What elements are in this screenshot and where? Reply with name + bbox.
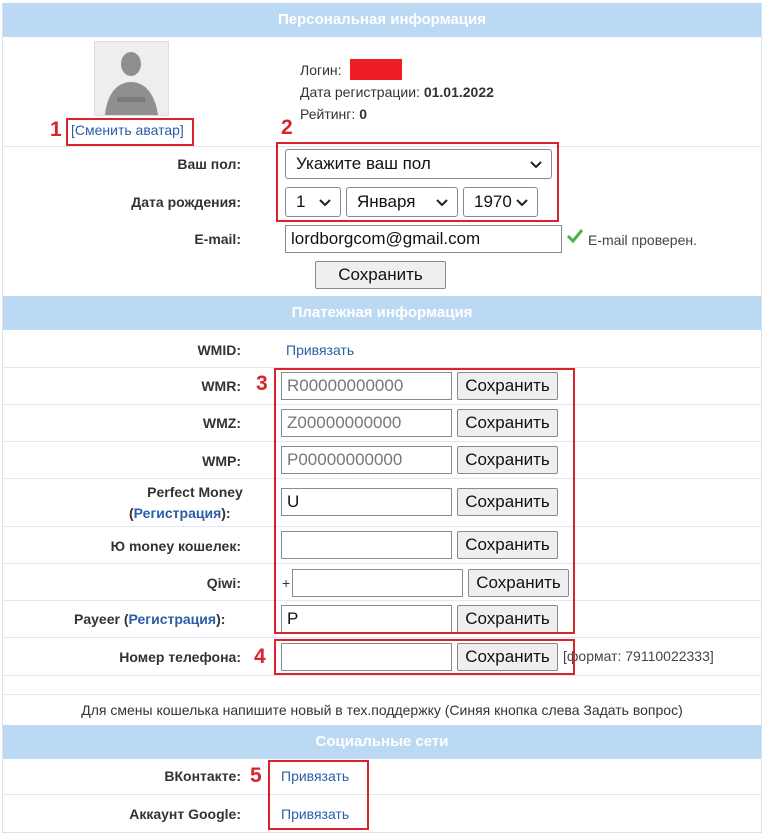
wmid-label: WMID: (197, 342, 241, 358)
wallet-change-note: Для смены кошелька напишите новый в тех.… (81, 702, 683, 718)
phone-format-hint: [формат: 79110022333] (563, 648, 714, 664)
divider (3, 441, 761, 442)
annotation-number-4: 4 (254, 645, 266, 668)
birth-day-select[interactable]: 1 (285, 187, 341, 217)
save-perfect-money-button[interactable]: Сохранить (457, 488, 558, 516)
wmr-input[interactable]: R00000000000 (281, 372, 452, 400)
birth-date-label: Дата рождения: (131, 194, 241, 210)
yoomoney-label: Ю money кошелек: (110, 538, 241, 554)
divider (3, 694, 761, 695)
save-phone-button[interactable]: Сохранить (457, 643, 558, 671)
birth-month-select[interactable]: Января (346, 187, 458, 217)
rating-row: Рейтинг: 0 (300, 106, 367, 122)
reg-date-label: Дата регистрации: (300, 84, 420, 100)
perfect-money-input[interactable]: U (281, 488, 452, 516)
annotation-number-2: 2 (281, 116, 293, 139)
rating-label: Рейтинг: (300, 106, 356, 122)
chevron-down-icon (436, 199, 448, 207)
chevron-down-icon (530, 161, 542, 169)
yoomoney-input[interactable] (281, 531, 452, 559)
perfect-money-reg-row: (Регистрация): (129, 505, 231, 521)
payeer-input[interactable]: P (281, 605, 452, 633)
reg-date-value: 01.01.2022 (423, 84, 494, 100)
phone-input[interactable] (281, 643, 452, 671)
annotation-number-5: 5 (250, 764, 262, 787)
divider (3, 637, 761, 638)
section-header-payment: Платежная информация (3, 296, 761, 330)
qiwi-input[interactable] (292, 569, 463, 597)
payeer-register-link[interactable]: Регистрация (128, 611, 216, 627)
wmz-input[interactable]: Z00000000000 (281, 409, 452, 437)
divider (3, 367, 761, 368)
perfect-money-paren-close: ): (221, 505, 231, 521)
gender-select[interactable]: Укажите ваш пол (285, 149, 552, 179)
gender-select-value: Укажите ваш пол (296, 154, 431, 173)
divider (3, 146, 761, 147)
change-avatar-link[interactable]: [Сменить аватар] (71, 122, 184, 138)
email-label: E-mail: (194, 231, 241, 247)
save-qiwi-button[interactable]: Сохранить (468, 569, 569, 597)
section-header-social: Социальные сети (3, 725, 761, 759)
google-bind-link[interactable]: Привязать (281, 806, 349, 822)
annotation-number-1: 1 (50, 118, 62, 141)
divider (3, 526, 761, 527)
birth-day-value: 1 (296, 192, 306, 211)
payeer-paren-close: ): (216, 611, 226, 627)
phone-label: Номер телефона: (119, 649, 241, 665)
annotation-number-3: 3 (256, 372, 268, 395)
email-verified-status: E-mail проверен. (588, 232, 697, 248)
save-wmz-button[interactable]: Сохранить (457, 409, 558, 437)
email-field[interactable]: lordborgcom@gmail.com (285, 225, 562, 253)
divider (3, 404, 761, 405)
rating-value: 0 (359, 106, 367, 122)
wmp-input[interactable]: P00000000000 (281, 446, 452, 474)
perfect-money-label: Perfect Money (147, 484, 243, 500)
vk-bind-link[interactable]: Привязать (281, 768, 349, 784)
login-label: Логин: (300, 62, 342, 78)
save-yoomoney-button[interactable]: Сохранить (457, 531, 558, 559)
login-redaction (350, 59, 402, 80)
divider (3, 478, 761, 479)
vk-label: ВКонтакте: (164, 768, 241, 784)
google-label: Аккаунт Google: (129, 806, 241, 822)
chevron-down-icon (516, 199, 528, 207)
payeer-label-row: Payeer (Регистрация): (74, 611, 225, 627)
section-header-personal: Персональная информация (3, 3, 761, 37)
divider (3, 794, 761, 795)
perfect-money-register-link[interactable]: Регистрация (134, 505, 222, 521)
divider (3, 563, 761, 564)
save-wmp-button[interactable]: Сохранить (457, 446, 558, 474)
qiwi-prefix: + (282, 575, 291, 591)
reg-date-row: Дата регистрации: 01.01.2022 (300, 84, 494, 100)
save-payeer-button[interactable]: Сохранить (457, 605, 558, 633)
check-icon (566, 229, 584, 244)
wmr-label: WMR: (201, 378, 241, 394)
payeer-label: Payeer ( (74, 611, 129, 627)
avatar-silhouette-icon (95, 42, 168, 115)
wmid-bind-link[interactable]: Привязать (286, 342, 354, 358)
save-wmr-button[interactable]: Сохранить (457, 372, 558, 400)
divider (3, 675, 761, 676)
gender-label: Ваш пол: (177, 156, 241, 172)
save-profile-button[interactable]: Сохранить (315, 261, 446, 289)
birth-year-select[interactable]: 1970 (463, 187, 538, 217)
birth-year-value: 1970 (474, 192, 512, 211)
divider (3, 600, 761, 601)
qiwi-label: Qiwi: (206, 575, 241, 591)
chevron-down-icon (319, 199, 331, 207)
avatar (94, 41, 169, 116)
wmz-label: WMZ: (202, 415, 241, 431)
wmp-label: WMP: (202, 453, 241, 469)
birth-month-value: Января (357, 192, 416, 211)
